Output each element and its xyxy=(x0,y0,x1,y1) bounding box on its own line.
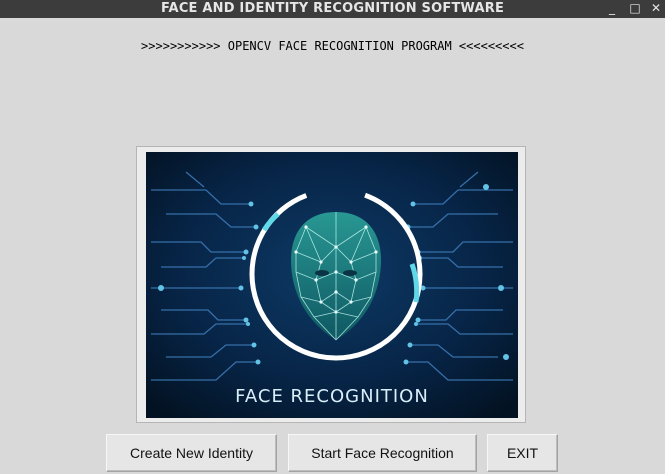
window-title: FACE AND IDENTITY RECOGNITION SOFTWARE xyxy=(160,1,505,16)
create-identity-button[interactable]: Create New Identity xyxy=(106,434,277,472)
image-caption: FACE RECOGNITION xyxy=(235,386,429,407)
maximize-icon[interactable]: □ xyxy=(627,1,643,17)
title-bar[interactable]: FACE AND IDENTITY RECOGNITION SOFTWARE _… xyxy=(0,0,665,18)
face-recognition-illustration: FACE RECOGNITION xyxy=(146,152,518,418)
close-icon[interactable]: ✕ xyxy=(648,1,664,17)
minimize-icon[interactable]: _ xyxy=(604,1,620,17)
face-recognition-image: FACE RECOGNITION xyxy=(136,146,526,423)
exit-button[interactable]: EXIT xyxy=(487,434,558,472)
program-banner: >>>>>>>>>>> OPENCV FACE RECOGNITION PROG… xyxy=(141,39,524,53)
start-recognition-button[interactable]: Start Face Recognition xyxy=(288,434,477,472)
